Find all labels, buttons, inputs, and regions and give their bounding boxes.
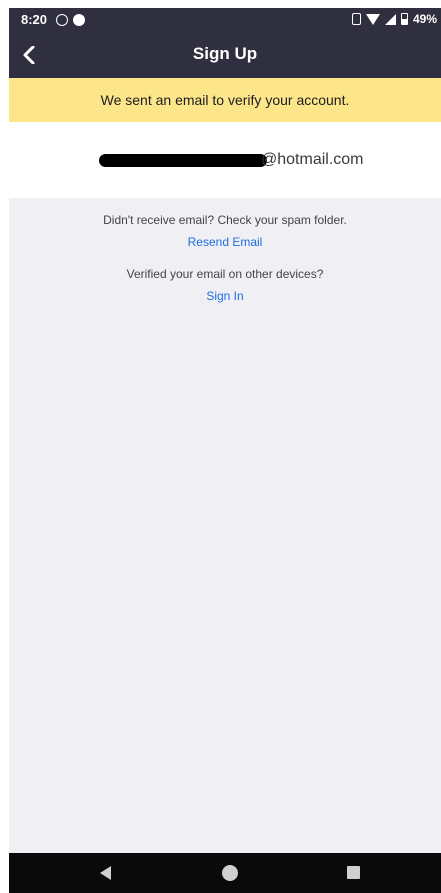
battery-icon xyxy=(400,13,408,25)
email-redaction xyxy=(99,154,267,167)
spam-hint-text: Didn't receive email? Check your spam fo… xyxy=(103,213,347,227)
sign-in-link[interactable]: Sign In xyxy=(9,289,441,303)
resend-email-link[interactable]: Resend Email xyxy=(9,235,441,249)
app-frame: 8:20 49% Sign Up We sent an email to ver… xyxy=(9,8,441,893)
verification-banner: We sent an email to verify your account. xyxy=(9,78,441,122)
battery-percent: 49% xyxy=(412,12,437,26)
email-row: @hotmail.com xyxy=(9,122,441,198)
email-domain: @hotmail.com xyxy=(261,151,364,168)
system-nav-bar xyxy=(9,853,441,893)
home-circle-icon[interactable] xyxy=(222,865,238,881)
page-title: Sign Up xyxy=(192,44,258,63)
banner-text: We sent an email to verify your account. xyxy=(100,92,350,108)
messenger-icon xyxy=(73,14,85,26)
back-triangle-icon[interactable] xyxy=(100,866,111,880)
verified-hint-text: Verified your email on other devices? xyxy=(126,267,324,281)
vibrate-icon xyxy=(351,13,361,25)
wifi-icon xyxy=(365,13,380,25)
app-bar: Sign Up xyxy=(9,32,441,78)
status-time: 8:20 xyxy=(21,12,48,27)
whatsapp-icon xyxy=(56,14,68,26)
recents-square-icon[interactable] xyxy=(347,866,360,879)
signal-icon xyxy=(384,13,396,25)
info-section: Didn't receive email? Check your spam fo… xyxy=(9,213,441,303)
status-right: 49% xyxy=(351,12,437,26)
status-bar: 8:20 49% xyxy=(9,8,441,32)
